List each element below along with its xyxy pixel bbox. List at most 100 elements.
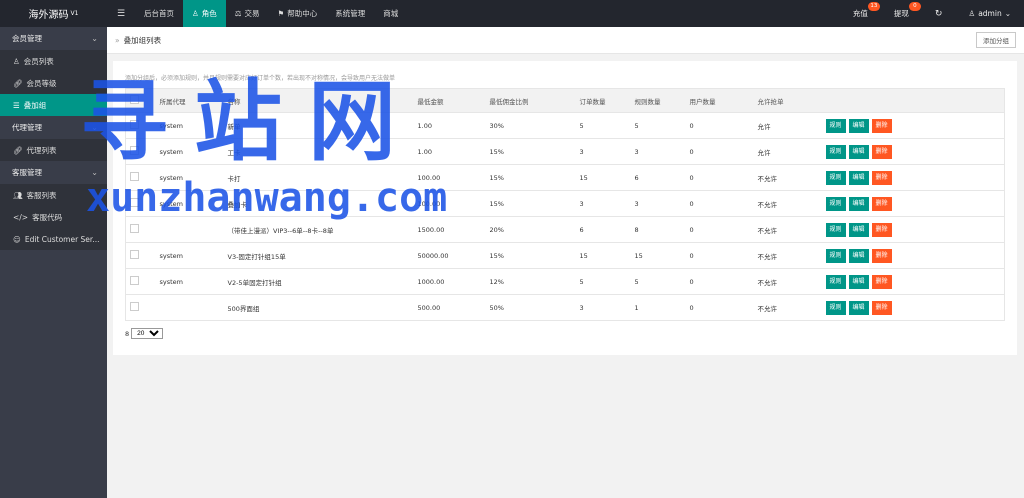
total-count: 8 xyxy=(125,329,130,338)
sidebar-item-stack-group[interactable]: ☰ 叠加组 xyxy=(0,94,107,116)
delete-button[interactable]: 删除 xyxy=(871,196,892,211)
edit-button[interactable]: 编辑 xyxy=(848,196,869,211)
nav-item-label: 交易 xyxy=(244,9,260,18)
sidebar-item-member-list[interactable]: ♙ 会员列表 xyxy=(0,50,107,72)
edit-button[interactable]: 编辑 xyxy=(848,300,869,315)
recharge-link[interactable]: 充值 13 xyxy=(840,0,881,27)
app-logo[interactable]: 海外源码 V1 xyxy=(0,0,107,27)
add-group-button[interactable]: 添加分组 xyxy=(976,32,1016,48)
sidebar-item-service-list[interactable]: 👥︎ 客服列表 xyxy=(0,184,107,206)
rule-button[interactable]: 规则 xyxy=(825,196,846,211)
sidebar-item-label: 会员列表 xyxy=(23,56,54,66)
select-all-header[interactable] xyxy=(125,88,156,113)
rule-button[interactable]: 规则 xyxy=(825,170,846,185)
link-icon: 🔗︎ xyxy=(13,145,23,155)
cell-rule-count: 5 xyxy=(630,268,686,295)
row-checkbox[interactable] xyxy=(130,302,139,311)
cell-allow-grab: 不允许 xyxy=(753,216,822,243)
user-menu[interactable]: ♙ admin ⌄ xyxy=(955,0,1024,27)
nav-item-label: 后台首页 xyxy=(144,9,174,18)
nav-item-trade[interactable]: ⚖ 交易 xyxy=(226,0,269,27)
sidebar-item-label: Edit Customer Ser... xyxy=(24,234,100,244)
users-icon: 👥︎ xyxy=(13,190,23,200)
row-select-cell[interactable] xyxy=(125,112,156,139)
row-select-cell[interactable] xyxy=(125,138,156,165)
sidebar-item-edit-customer-service[interactable]: ☺ Edit Customer Ser... xyxy=(0,228,107,250)
select-all-checkbox[interactable] xyxy=(130,95,139,104)
edit-button[interactable]: 编辑 xyxy=(848,144,869,159)
cell-user-count: 0 xyxy=(685,138,754,165)
row-checkbox[interactable] xyxy=(130,276,139,285)
row-checkbox[interactable] xyxy=(130,224,139,233)
cell-agent: system xyxy=(155,242,224,269)
rule-button[interactable]: 规则 xyxy=(825,248,846,263)
cell-min-amount: 1.00 xyxy=(413,112,486,139)
chevron-down-icon: ⌄ xyxy=(91,123,98,132)
delete-button[interactable]: 删除 xyxy=(871,248,892,263)
delete-button[interactable]: 删除 xyxy=(871,170,892,185)
nav-item-label: 系统管理 xyxy=(335,9,366,18)
rule-button[interactable]: 规则 xyxy=(825,144,846,159)
edit-button[interactable]: 编辑 xyxy=(848,248,869,263)
cell-rule-count: 6 xyxy=(630,164,686,191)
row-select-cell[interactable] xyxy=(125,164,156,191)
refresh-button[interactable]: ↻ xyxy=(922,0,956,27)
row-select-cell[interactable] xyxy=(125,190,156,217)
rule-button[interactable]: 规则 xyxy=(825,274,846,289)
rule-button[interactable]: 规则 xyxy=(825,222,846,237)
nav-item-mall[interactable]: 商城 xyxy=(374,0,407,27)
nav-item-home[interactable]: 后台首页 xyxy=(135,0,183,27)
nav-item-role[interactable]: ♙ 角色 xyxy=(183,0,226,27)
edit-button[interactable]: 编辑 xyxy=(848,118,869,133)
cell-order-count: 5 xyxy=(575,268,631,295)
row-checkbox[interactable] xyxy=(130,198,139,207)
code-icon: </> xyxy=(13,212,29,222)
cell-min-amount: 100.00 xyxy=(413,190,486,217)
page-size-select[interactable]: 20 xyxy=(131,328,164,339)
delete-button[interactable]: 删除 xyxy=(871,144,892,159)
cell-user-count: 0 xyxy=(685,242,754,269)
cell-allow-grab: 不允许 xyxy=(753,190,822,217)
double-chevron-right-icon: » xyxy=(115,35,120,45)
edit-button[interactable]: 编辑 xyxy=(848,222,869,237)
edit-button[interactable]: 编辑 xyxy=(848,170,869,185)
sidebar-group-service[interactable]: 客服管理 ⌄ xyxy=(0,161,107,184)
row-checkbox[interactable] xyxy=(130,172,139,181)
sidebar-group-member[interactable]: 会员管理 ⌄ xyxy=(0,27,107,50)
row-select-cell[interactable] xyxy=(125,268,156,295)
delete-button[interactable]: 删除 xyxy=(871,118,892,133)
cell-agent: system xyxy=(155,268,224,295)
row-select-cell[interactable] xyxy=(125,216,156,243)
rule-button[interactable]: 规则 xyxy=(825,118,846,133)
scale-icon: ⚖ xyxy=(234,9,242,18)
cell-name: 500界面组 xyxy=(223,294,414,321)
cell-min-commission: 15% xyxy=(485,164,576,191)
row-checkbox[interactable] xyxy=(130,120,139,129)
cell-min-amount: 50000.00 xyxy=(413,242,486,269)
user-name: admin xyxy=(978,9,1002,18)
nav-item-system[interactable]: 系统管理 xyxy=(326,0,374,27)
delete-button[interactable]: 删除 xyxy=(871,274,892,289)
sidebar-group-agent[interactable]: 代理管理 ⌄ xyxy=(0,116,107,139)
withdraw-link[interactable]: 提现 0 xyxy=(881,0,922,27)
cell-name: 叠加卡 xyxy=(223,190,414,217)
cell-actions: 规则 编辑 删除 xyxy=(821,268,1005,295)
row-checkbox[interactable] xyxy=(130,146,139,155)
row-select-cell[interactable] xyxy=(125,242,156,269)
user-icon: ♙ xyxy=(968,9,976,18)
edit-button[interactable]: 编辑 xyxy=(848,274,869,289)
sidebar-item-member-level[interactable]: 🔗︎ 会员等级 xyxy=(0,72,107,94)
rule-button[interactable]: 规则 xyxy=(825,300,846,315)
withdraw-badge: 0 xyxy=(908,2,921,11)
chevron-down-icon: ⌄ xyxy=(1004,9,1011,18)
menu-toggle-button[interactable]: ☰ xyxy=(107,0,135,27)
delete-button[interactable]: 删除 xyxy=(871,222,892,237)
face-icon: ☺ xyxy=(13,234,21,244)
row-checkbox[interactable] xyxy=(130,250,139,259)
row-select-cell[interactable] xyxy=(125,294,156,321)
delete-button[interactable]: 删除 xyxy=(871,300,892,315)
nav-item-help[interactable]: ⚑ 帮助中心 xyxy=(268,0,326,27)
sidebar-item-agent-list[interactable]: 🔗︎ 代理列表 xyxy=(0,139,107,161)
withdraw-label: 提现 xyxy=(893,9,909,18)
sidebar-item-service-code[interactable]: </> 客服代码 xyxy=(0,206,107,228)
